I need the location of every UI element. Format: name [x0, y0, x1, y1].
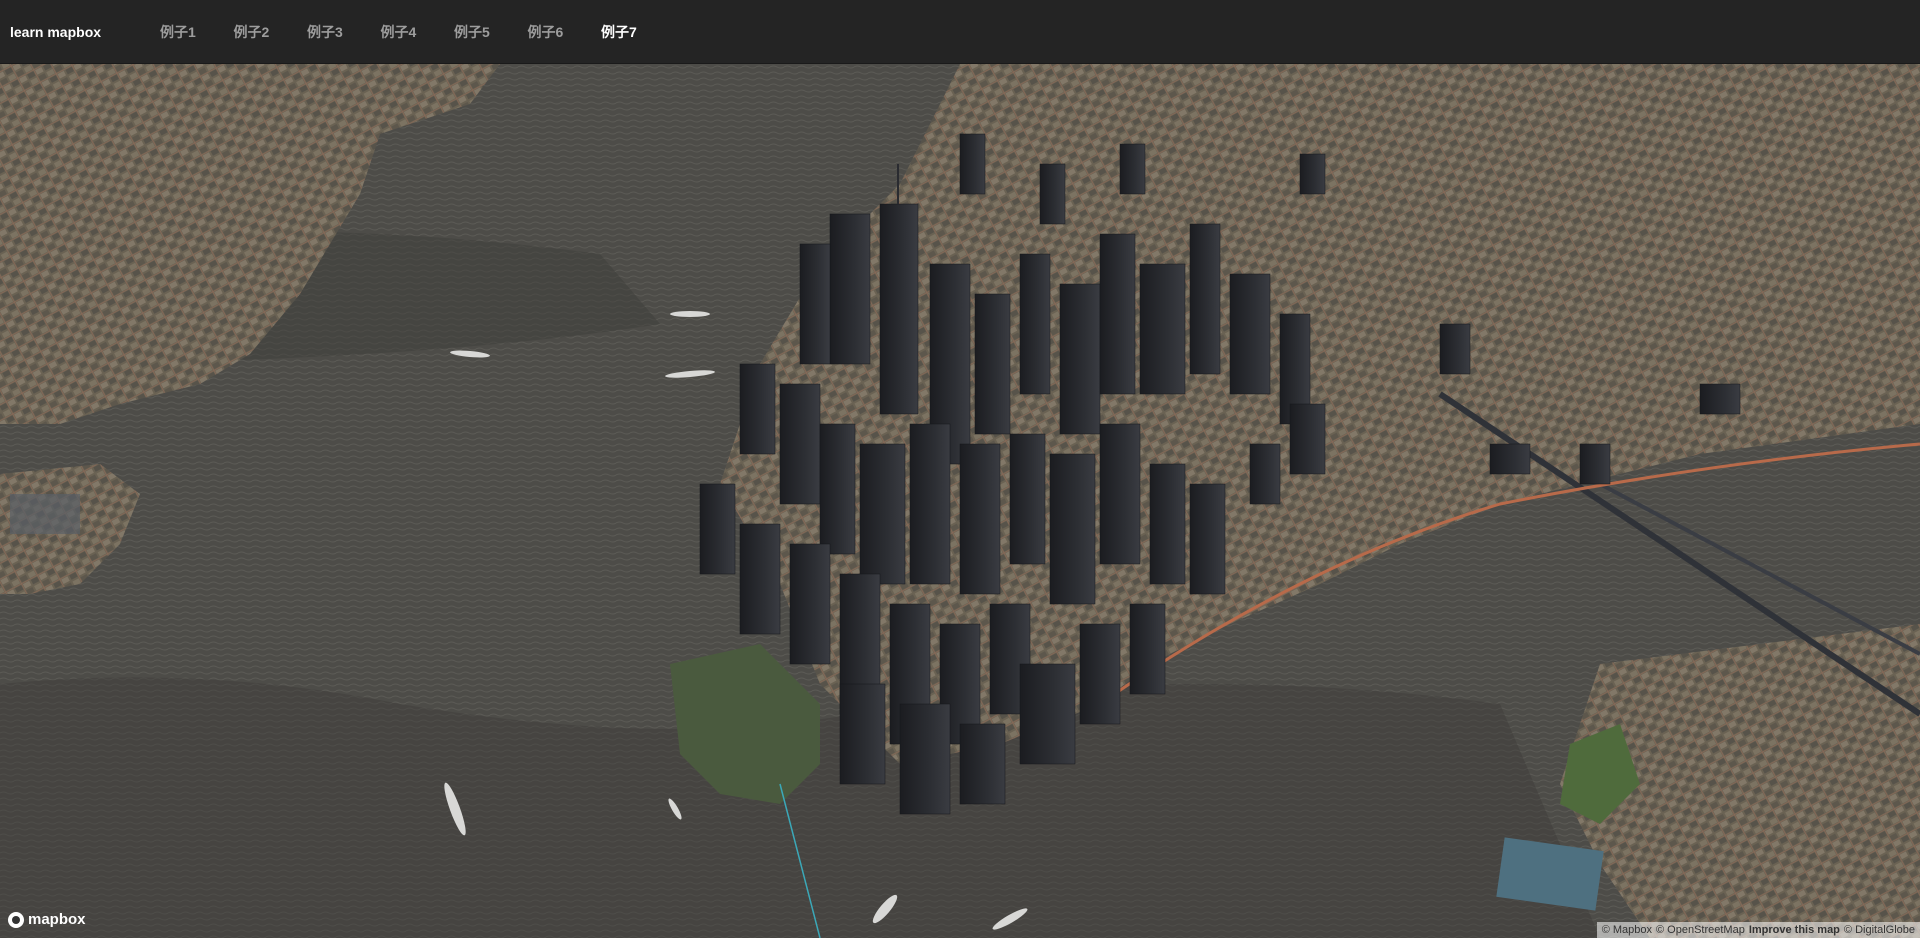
- satellite-3d-view[interactable]: [0, 64, 1920, 938]
- nav-item-example-7[interactable]: 例子7: [601, 22, 675, 42]
- nav-item-example-1[interactable]: 例子1: [160, 22, 234, 42]
- top-navbar: learn mapbox 例子1 例子2 例子3 例子4 例子5 例子6 例子7: [0, 0, 1920, 64]
- attribution-digitalglobe-link[interactable]: © DigitalGlobe: [1844, 924, 1915, 936]
- nav-item-example-2[interactable]: 例子2: [234, 22, 308, 42]
- brand-title[interactable]: learn mapbox: [10, 24, 160, 40]
- map-attribution: © Mapbox © OpenStreetMap Improve this ma…: [1596, 922, 1920, 938]
- mapbox-logo[interactable]: mapbox: [8, 911, 86, 928]
- map-canvas[interactable]: mapbox © Mapbox © OpenStreetMap Improve …: [0, 64, 1920, 938]
- nav-item-example-6[interactable]: 例子6: [528, 22, 602, 42]
- attribution-osm-link[interactable]: © OpenStreetMap: [1656, 924, 1745, 936]
- mapbox-logo-text: mapbox: [28, 911, 86, 928]
- nav-item-example-3[interactable]: 例子3: [307, 22, 381, 42]
- attribution-mapbox-link[interactable]: © Mapbox: [1602, 924, 1652, 936]
- improve-map-link[interactable]: Improve this map: [1749, 924, 1840, 936]
- nav-item-example-5[interactable]: 例子5: [454, 22, 528, 42]
- tall-tower-south: [1019, 663, 1076, 765]
- nav-item-example-4[interactable]: 例子4: [381, 22, 455, 42]
- mapbox-logo-icon: [8, 911, 24, 928]
- nav-menu: 例子1 例子2 例子3 例子4 例子5 例子6 例子7: [160, 0, 675, 64]
- one-world-trade-center: [879, 203, 919, 415]
